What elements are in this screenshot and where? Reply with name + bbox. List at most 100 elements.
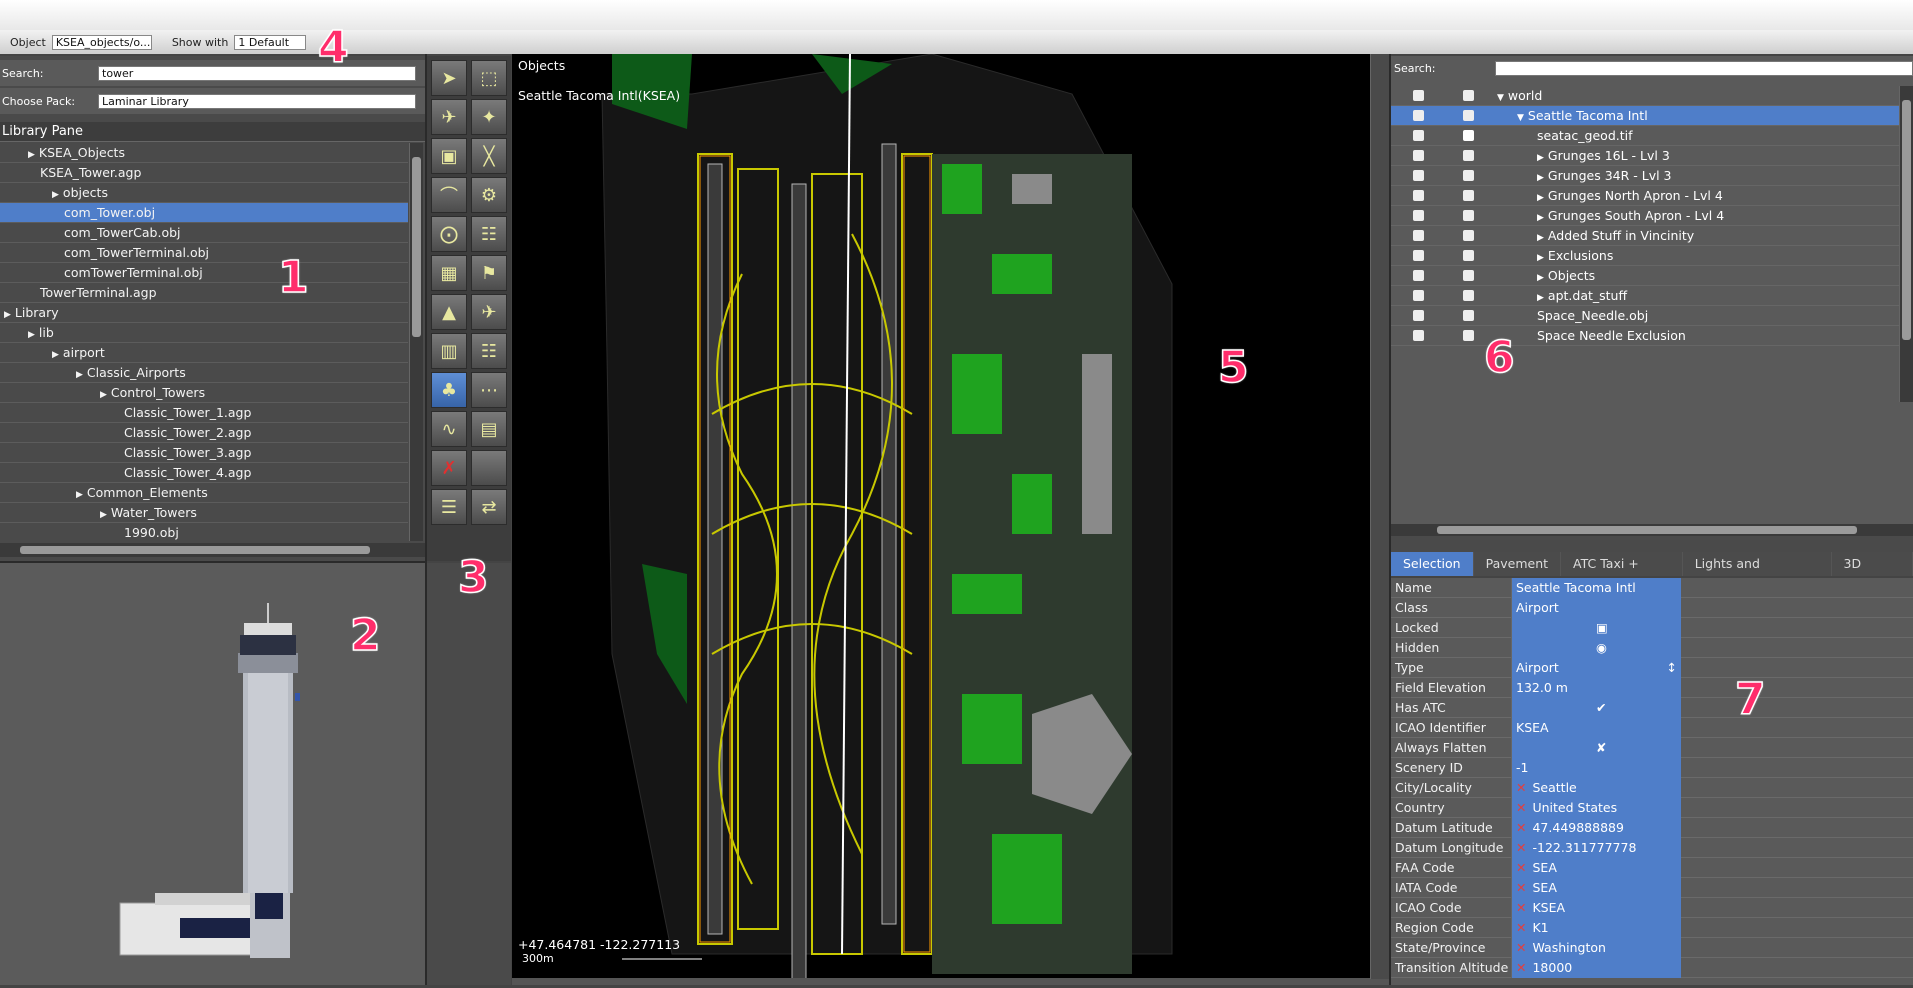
map-view[interactable]: Objects Seattle Tacoma Intl(KSEA) +47.46… [512, 54, 1370, 979]
property-value[interactable]: ◉ [1511, 638, 1681, 658]
hierarchy-item[interactable]: ▶ Grunges South Apron - Lvl 4 [1391, 206, 1905, 226]
expand-arrow-icon[interactable]: ▼ [1497, 93, 1504, 103]
property-value[interactable]: ✕ 47.449888889 [1511, 818, 1681, 838]
eye-icon[interactable] [1463, 210, 1474, 221]
hierarchy-item[interactable]: ▼ world [1391, 86, 1905, 106]
cross-icon[interactable]: ✘ [1596, 740, 1606, 755]
expand-arrow-icon[interactable]: ▶ [1537, 153, 1544, 163]
property-value[interactable]: Airport [1511, 598, 1681, 618]
property-value[interactable]: 132.0 m [1511, 678, 1681, 698]
eye-icon[interactable] [1463, 90, 1474, 101]
hierarchy-item[interactable]: ▶ Exclusions [1391, 246, 1905, 266]
eye-icon[interactable] [1463, 150, 1474, 161]
sealane-tool-icon[interactable]: ✦ [471, 99, 507, 135]
library-item[interactable]: KSEA_Tower.agp [0, 163, 408, 183]
library-item[interactable]: ▶ Common_Elements [0, 483, 408, 503]
library-item[interactable]: com_TowerCab.obj [0, 223, 408, 243]
hierarchy-item[interactable]: seatac_geod.tif [1391, 126, 1905, 146]
eye-icon[interactable] [1463, 250, 1474, 261]
divider[interactable] [1391, 536, 1913, 552]
clear-icon[interactable]: ✕ [1516, 920, 1526, 935]
forest-tool-icon[interactable]: ∿ [431, 411, 467, 447]
hierarchy-item[interactable]: ▶ Grunges 16L - Lvl 3 [1391, 146, 1905, 166]
property-value[interactable]: ✕ Washington [1511, 938, 1681, 958]
property-value[interactable]: ✕ United States [1511, 798, 1681, 818]
clear-icon[interactable]: ✕ [1516, 820, 1526, 835]
map-vscrollbar[interactable] [1370, 54, 1390, 979]
library-item[interactable]: Classic_Tower_1.agp [0, 403, 408, 423]
dropdown-icon[interactable]: ↕ [1667, 658, 1677, 677]
library-hscrollbar[interactable] [0, 543, 425, 557]
taxiway-tool-icon[interactable]: ╳ [471, 138, 507, 174]
property-value[interactable]: ✔ [1511, 698, 1681, 718]
property-value[interactable]: ✕ 18000 [1511, 958, 1681, 978]
divider[interactable] [1389, 54, 1391, 985]
library-vscrollbar[interactable] [409, 143, 423, 541]
eye-icon[interactable]: ◉ [1596, 640, 1607, 655]
expand-arrow-icon[interactable]: ▶ [100, 390, 107, 400]
library-item[interactable]: Classic_Tower_3.agp [0, 443, 408, 463]
lock-icon[interactable] [1413, 290, 1424, 301]
show-with-select[interactable]: 1 Default [234, 34, 307, 50]
tab-atc-taxi-flow[interactable]: ATC Taxi + Flow [1561, 552, 1683, 595]
eye-icon[interactable] [1463, 170, 1474, 181]
boundary-tool-icon[interactable]: ⚙ [471, 177, 507, 213]
airport-map[interactable] [512, 54, 1370, 979]
lock-icon[interactable] [1413, 190, 1424, 201]
expand-arrow-icon[interactable]: ▶ [76, 490, 83, 500]
library-item[interactable]: ▶ Classic_Airports [0, 363, 408, 383]
hierarchy-item[interactable]: ▶ Objects [1391, 266, 1905, 286]
library-item[interactable]: TowerTerminal.agp [0, 283, 408, 303]
windsock-tool-icon[interactable]: ⚑ [471, 255, 507, 291]
property-value[interactable]: ✕ KSEA [1511, 898, 1681, 918]
taxi-route-tool-icon[interactable]: ☷ [471, 333, 507, 369]
expand-arrow-icon[interactable]: ▶ [1537, 213, 1544, 223]
tower-tool-icon[interactable]: ▲ [431, 294, 467, 330]
clear-icon[interactable]: ✕ [1516, 860, 1526, 875]
eye-icon[interactable] [1463, 290, 1474, 301]
property-value[interactable]: Airport ↕ [1511, 658, 1681, 678]
lock-icon[interactable]: ▣ [1596, 620, 1608, 635]
hierarchy-item[interactable]: ▶ apt.dat_stuff [1391, 286, 1905, 306]
choose-pack-select[interactable]: Laminar Library [98, 94, 416, 109]
expand-arrow-icon[interactable]: ▶ [28, 330, 35, 340]
string-tool-icon[interactable]: ▤ [471, 411, 507, 447]
map-hscrollbar[interactable] [512, 978, 1390, 985]
property-value[interactable]: Seattle Tacoma Intl [1511, 578, 1681, 598]
hierarchy-hscrollbar[interactable] [1391, 524, 1913, 536]
clear-icon[interactable]: ✕ [1516, 800, 1526, 815]
lock-icon[interactable] [1413, 90, 1424, 101]
expand-arrow-icon[interactable]: ▼ [1517, 113, 1524, 123]
property-value[interactable]: KSEA [1511, 718, 1681, 738]
library-item[interactable]: Classic_Tower_4.agp [0, 463, 408, 483]
divider[interactable] [425, 54, 427, 985]
hierarchy-item[interactable]: Space Needle Exclusion [1391, 326, 1905, 346]
hierarchy-item[interactable]: ▶ Added Stuff in Vincinity [1391, 226, 1905, 246]
lock-icon[interactable] [1413, 230, 1424, 241]
tab-3d-objec[interactable]: 3D Objec [1831, 552, 1913, 595]
library-item[interactable]: Classic_Tower_2.agp [0, 423, 408, 443]
lock-icon[interactable] [1413, 210, 1424, 221]
taxiline-tool-icon[interactable]: ⌒ [431, 177, 467, 213]
property-value[interactable]: ✕ K1 [1511, 918, 1681, 938]
expand-arrow-icon[interactable]: ▶ [76, 370, 83, 380]
ramp-start-tool-icon[interactable]: ✈ [471, 294, 507, 330]
clear-icon[interactable]: ✕ [1516, 900, 1526, 915]
expand-arrow-icon[interactable]: ▶ [52, 350, 59, 360]
tab-selection[interactable]: Selection [1391, 552, 1474, 576]
exclusion-tool-icon[interactable]: ☰ [431, 489, 467, 525]
hierarchy-tree[interactable]: ▼ world ▼ Seattle Tacoma Intl seatac_geod.ti… [1391, 86, 1905, 402]
lock-icon[interactable] [1413, 130, 1424, 141]
expand-arrow-icon[interactable]: ▶ [52, 190, 59, 200]
object-tool-icon[interactable]: ♣ [431, 372, 467, 408]
runway-tool-icon[interactable]: ✈ [431, 99, 467, 135]
library-item[interactable]: comTowerTerminal.obj [0, 263, 408, 283]
library-tree[interactable]: ▶ KSEA_Objects KSEA_Tower.agp ▶ objects com_T… [0, 143, 408, 541]
library-item[interactable]: ▶ KSEA_Objects [0, 143, 408, 163]
polygon-tool-icon[interactable] [471, 450, 507, 486]
clear-icon[interactable]: ✕ [1516, 960, 1526, 975]
expand-arrow-icon[interactable]: ▶ [1537, 293, 1544, 303]
expand-arrow-icon[interactable]: ▶ [1537, 193, 1544, 203]
clear-icon[interactable]: ✕ [1516, 880, 1526, 895]
line-tool-icon[interactable]: ✗ [431, 450, 467, 486]
